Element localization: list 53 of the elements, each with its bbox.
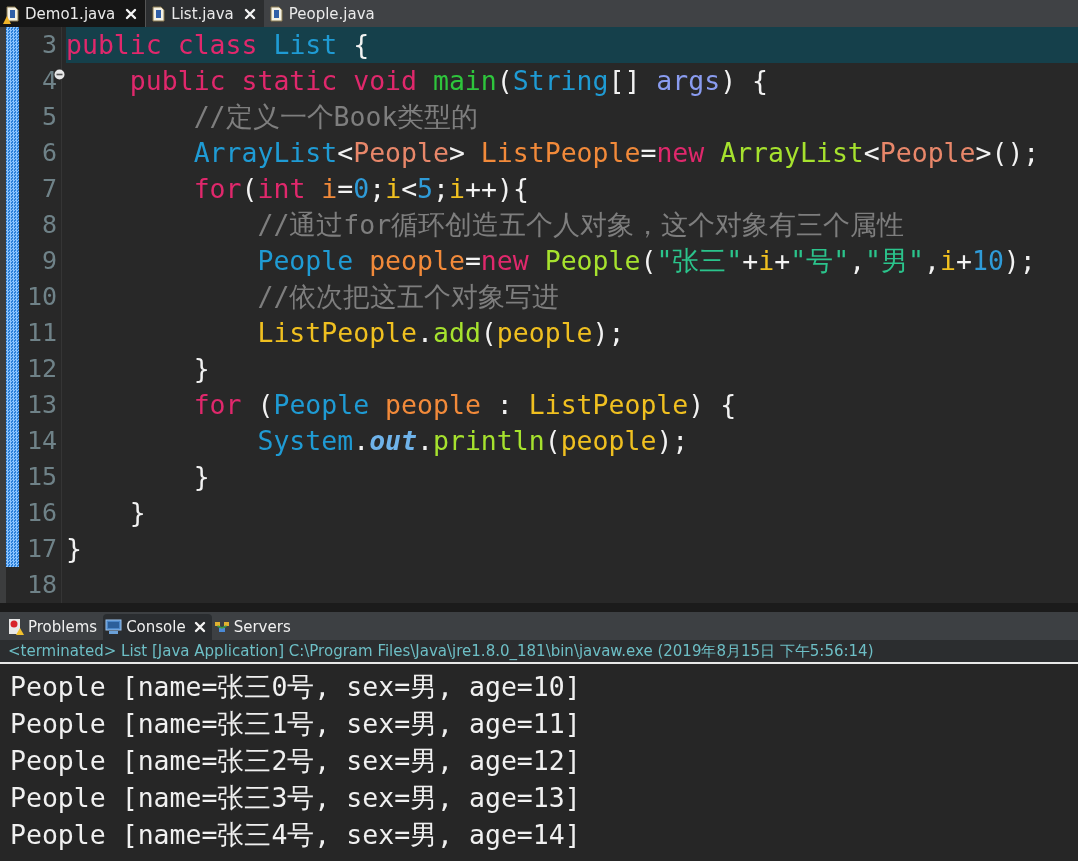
file-icon <box>6 5 19 22</box>
code-line: } <box>192 460 210 494</box>
code-line: public class List { <box>66 28 370 62</box>
editor-tab[interactable]: People.java <box>263 0 383 27</box>
close-icon[interactable] <box>243 7 256 20</box>
code-line: } <box>66 532 82 566</box>
code-line: //通过for循环创造五个人对象，这个对象有三个属性 <box>256 208 905 242</box>
line-number: 10 <box>26 282 57 311</box>
line-number: 6 <box>41 138 57 167</box>
line-number: 7 <box>41 174 57 203</box>
console-output-line: People [name=张三2号, sex=男, age=12] <box>10 745 581 776</box>
code-line: for(int i=0;i<5;i++){ <box>192 172 529 206</box>
code-line: People people=new People("张三"+i+"号","男",i+10); <box>256 244 1036 278</box>
console-status: <terminated> List [Java Application] C:\Program Files\Java\jre1.8.0_181\bin\javaw.exe (2019年8月15日 下午5:56:14) <box>8 641 874 661</box>
code-line: } <box>192 352 210 386</box>
line-number: 8 <box>41 210 57 239</box>
console-output-line: People [name=张三1号, sex=男, age=11] <box>10 708 581 739</box>
file-icon <box>152 5 166 22</box>
editor-tab[interactable]: Demo1.java <box>0 0 146 27</box>
code-line: public static void main(String[] args) { <box>128 64 769 98</box>
problems-icon <box>8 618 24 636</box>
line-number: 11 <box>26 318 57 347</box>
file-icon <box>269 5 283 22</box>
line-number: 5 <box>41 102 57 131</box>
console-output-line: People [name=张三3号, sex=男, age=13] <box>10 782 581 813</box>
line-number: 18 <box>26 570 57 599</box>
code-line: ListPeople.add(people); <box>256 316 625 350</box>
editor-tab[interactable]: List.java <box>145 0 264 27</box>
line-number: 14 <box>26 426 57 455</box>
view-tab[interactable]: Console <box>103 614 212 640</box>
console-output-line: People [name=张三4号, sex=男, age=14] <box>10 819 581 850</box>
line-number: 12 <box>26 354 57 383</box>
close-icon[interactable] <box>125 7 138 20</box>
code-line: System.out.println(people); <box>256 424 689 458</box>
console-output-line: People [name=张三0号, sex=男, age=10] <box>10 671 581 702</box>
code-line: //依次把这五个对象写进 <box>256 280 560 314</box>
line-number: 3 <box>41 30 57 59</box>
line-number: 17 <box>26 534 57 563</box>
line-number: 9 <box>41 246 57 275</box>
code-line: //定义一个Book类型的 <box>192 100 479 134</box>
monitor-icon <box>105 619 123 635</box>
line-number: 13 <box>26 390 57 419</box>
code-line: ArrayList<People> ListPeople=new ArrayList<People>(); <box>192 136 1040 170</box>
code-line: } <box>128 496 146 530</box>
collapse-icon[interactable] <box>54 69 65 80</box>
servers-icon <box>213 620 230 634</box>
line-number: 4 <box>41 66 57 95</box>
code-line: for (People people : ListPeople) { <box>192 388 737 422</box>
close-icon[interactable] <box>193 621 206 633</box>
line-number: 16 <box>26 498 57 527</box>
line-number: 15 <box>26 462 57 491</box>
view-tab[interactable]: Problems <box>6 614 104 640</box>
view-tab[interactable]: Servers <box>211 614 297 640</box>
